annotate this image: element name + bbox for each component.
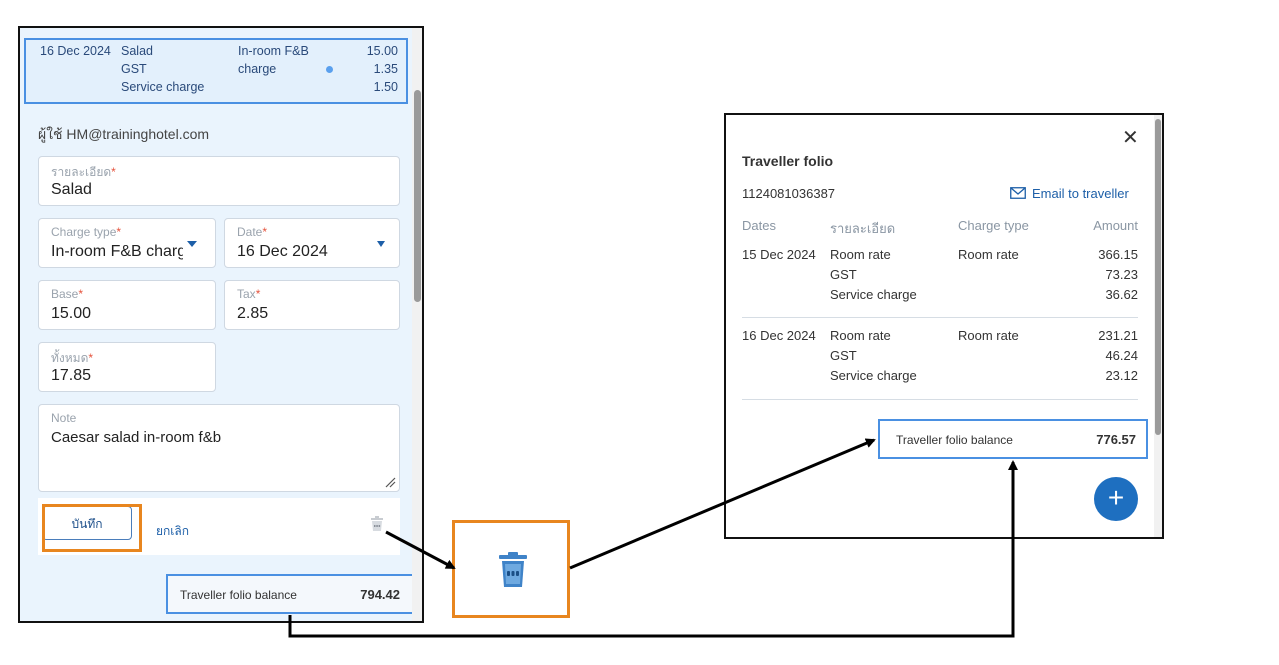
annotation-arrows (288, 438, 1018, 638)
arrow-to-folio-balance (569, 438, 876, 570)
arrow-to-zoom (385, 530, 456, 570)
arrow-balance-compare (288, 460, 1018, 638)
